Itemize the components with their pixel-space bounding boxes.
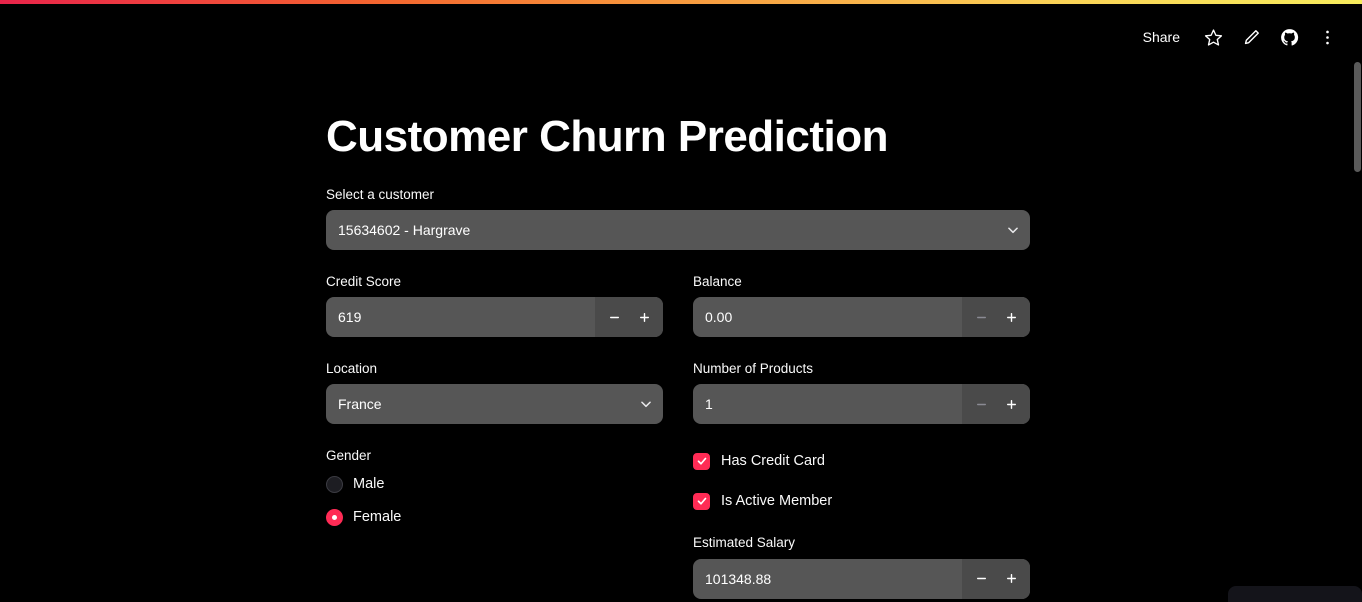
balance-block: Balance 0.00 (693, 272, 1030, 338)
row-credit-balance: Credit Score 619 Balance 0.00 (326, 272, 1030, 338)
estimated-salary-stepper[interactable]: 101348.88 (693, 558, 1030, 599)
number-of-products-decrement-button (966, 384, 996, 424)
estimated-salary-increment-button[interactable] (996, 559, 1026, 599)
credit-score-stepper-buttons (595, 297, 663, 338)
github-icon[interactable] (1272, 20, 1306, 54)
credit-score-block: Credit Score 619 (326, 272, 663, 338)
number-of-products-label: Number of Products (693, 361, 814, 377)
balance-stepper-buttons (962, 297, 1030, 338)
customer-select-block: Select a customer 15634602 - Hargrave (326, 185, 1030, 250)
gender-label: Gender (326, 448, 372, 464)
credit-score-value[interactable]: 619 (326, 309, 595, 325)
app-root: Share Customer Churn Prediction Select a… (0, 0, 1362, 602)
chevron-down-icon[interactable] (629, 384, 663, 424)
decoration-gradient-bar (0, 0, 1362, 4)
number-of-products-block: Number of Products 1 (693, 359, 1030, 425)
is-active-member-label: Is Active Member (721, 493, 833, 510)
app-toolbar: Share (1131, 18, 1344, 56)
balance-increment-button[interactable] (996, 297, 1026, 337)
is-active-member-checkbox[interactable]: Is Active Member (693, 490, 1030, 512)
radio-checked-icon (326, 508, 343, 526)
estimated-salary-value[interactable]: 101348.88 (693, 571, 962, 587)
location-block: Location France (326, 359, 663, 425)
estimated-salary-decrement-button[interactable] (966, 559, 996, 599)
number-of-products-stepper[interactable]: 1 (693, 384, 1030, 425)
customer-select-value: 15634602 - Hargrave (338, 221, 471, 238)
customer-select-label: Select a customer (326, 186, 435, 202)
balance-value[interactable]: 0.00 (693, 309, 962, 325)
credit-score-decrement-button[interactable] (599, 297, 629, 337)
gender-radio-group: Male Female (326, 472, 663, 530)
number-of-products-value[interactable]: 1 (693, 396, 962, 412)
page-title: Customer Churn Prediction (326, 112, 889, 161)
radio-unchecked-icon (326, 475, 343, 493)
flags-block: Has Credit Card Is Active Member Estimat… (693, 446, 1030, 599)
checkbox-checked-icon (693, 452, 710, 470)
chevron-down-icon[interactable] (996, 210, 1030, 250)
estimated-salary-block: Estimated Salary 101348.88 (693, 533, 1030, 599)
page-scrollbar-thumb[interactable] (1354, 62, 1361, 172)
row-gender-flags: Gender Male Female Has Credit Card Is Ac… (326, 446, 1030, 599)
number-of-products-increment-button[interactable] (996, 384, 1026, 424)
estimated-salary-label: Estimated Salary (693, 535, 796, 551)
credit-score-label: Credit Score (326, 273, 402, 289)
row-location-products: Location France Number of Products 1 (326, 359, 1030, 425)
location-select-input[interactable]: France (326, 384, 663, 425)
main-content: Customer Churn Prediction Select a custo… (326, 0, 1030, 602)
balance-stepper[interactable]: 0.00 (693, 297, 1030, 338)
app-status-panel[interactable] (1228, 586, 1362, 602)
location-label: Location (326, 361, 378, 377)
edit-pencil-icon[interactable] (1234, 20, 1268, 54)
gender-radio-female-label: Female (353, 509, 402, 526)
estimated-salary-stepper-buttons (962, 558, 1030, 599)
share-button[interactable]: Share (1131, 22, 1192, 52)
checkbox-checked-icon (693, 492, 710, 510)
credit-score-increment-button[interactable] (629, 297, 659, 337)
number-of-products-stepper-buttons (962, 384, 1030, 425)
gender-block: Gender Male Female (326, 446, 663, 598)
customer-select-input[interactable]: 15634602 - Hargrave (326, 209, 1030, 250)
balance-label: Balance (693, 273, 742, 289)
gender-radio-male[interactable]: Male (326, 472, 663, 497)
gender-radio-female[interactable]: Female (326, 505, 663, 530)
has-credit-card-label: Has Credit Card (721, 453, 825, 470)
star-icon[interactable] (1196, 20, 1230, 54)
gender-radio-male-label: Male (353, 476, 385, 493)
credit-score-stepper[interactable]: 619 (326, 297, 663, 338)
balance-decrement-button (966, 297, 996, 337)
has-credit-card-checkbox[interactable]: Has Credit Card (693, 450, 1030, 472)
location-select-value: France (338, 396, 382, 413)
page-scrollbar[interactable] (1354, 58, 1362, 602)
overflow-menu-icon[interactable] (1310, 20, 1344, 54)
